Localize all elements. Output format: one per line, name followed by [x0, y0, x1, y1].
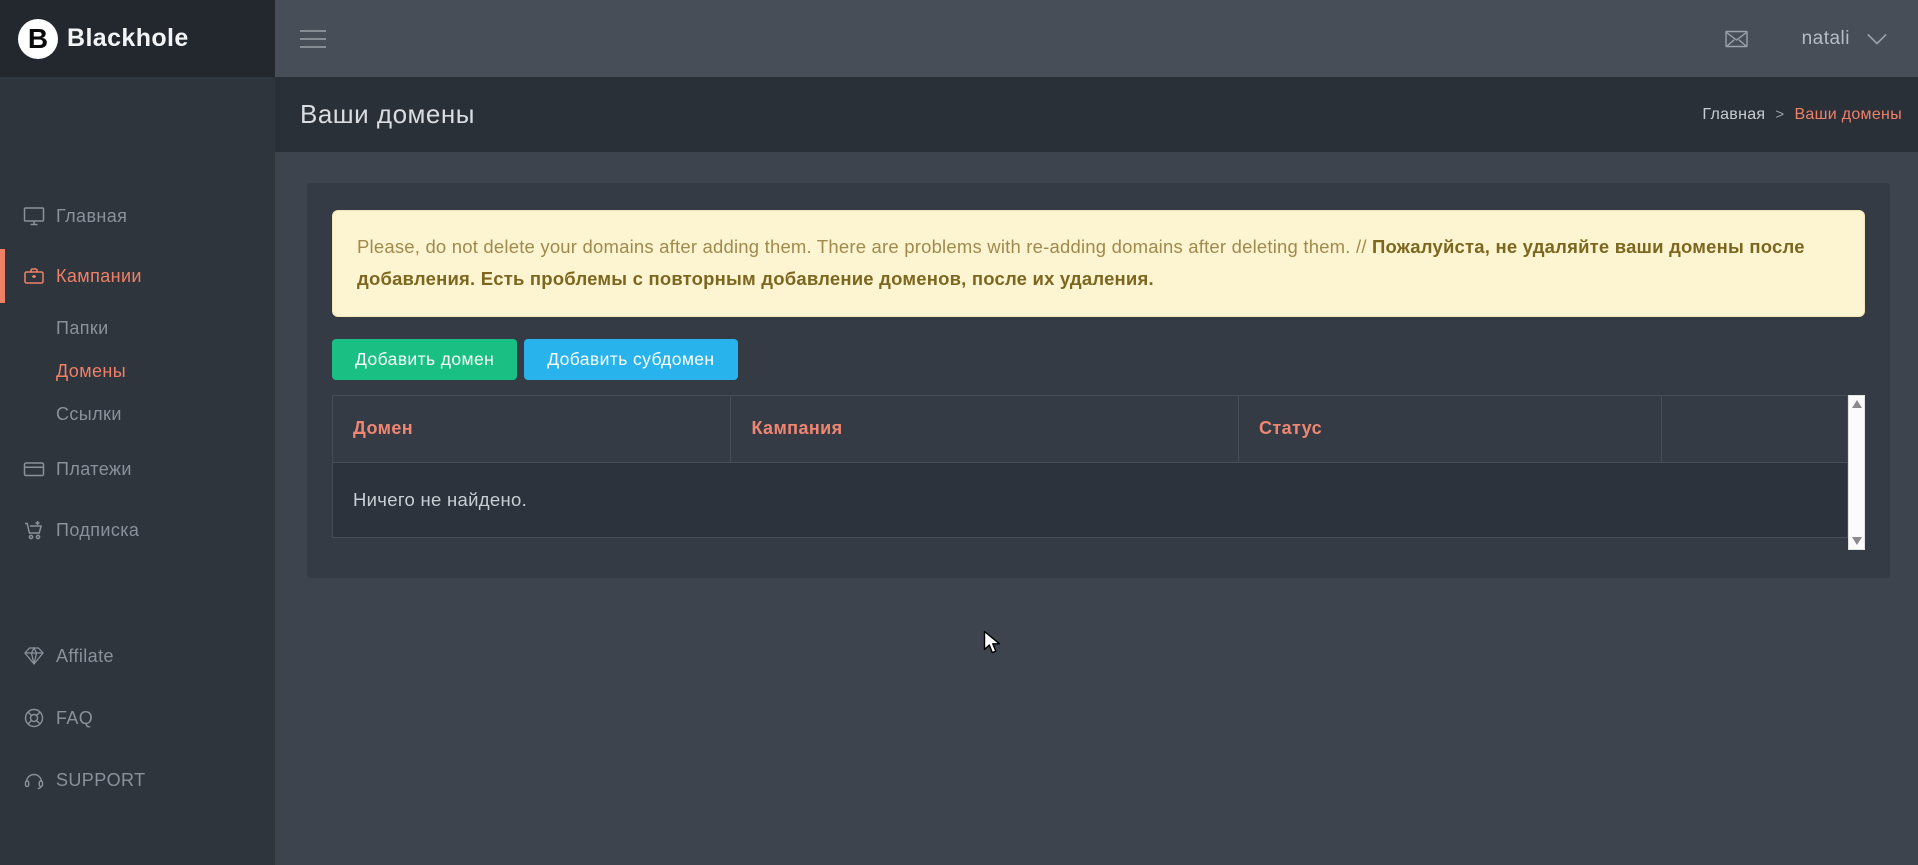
sidebar-item-affiliate[interactable]: Affilate [0, 637, 275, 675]
page-title: Ваши домены [300, 99, 475, 130]
table-row-empty: Ничего не найдено. [333, 462, 1848, 537]
domains-table: Домен Кампания Статус Ничего не найдено. [332, 395, 1848, 538]
sidebar-item-domains[interactable]: Домены [0, 352, 275, 390]
actions-row: Добавить домен Добавить субдомен [332, 339, 1865, 380]
breadcrumb-current: Ваши домены [1794, 106, 1902, 124]
table-scrollbar[interactable] [1848, 395, 1865, 550]
domains-card: Please, do not delete your domains after… [307, 183, 1890, 578]
alert-text-en: Please, do not delete your domains after… [357, 236, 1372, 257]
scroll-down-icon[interactable] [1852, 537, 1862, 545]
envelope-icon [1723, 27, 1750, 51]
breadcrumb: Главная > Ваши домены [1702, 106, 1902, 124]
credit-card-icon [22, 457, 46, 481]
column-header-campaign: Кампания [731, 395, 1239, 462]
brand[interactable]: B Blackhole [0, 0, 275, 77]
domains-table-wrap: Домен Кампания Статус Ничего не найдено. [332, 395, 1865, 538]
add-domain-button[interactable]: Добавить домен [332, 339, 517, 380]
username: natali [1802, 28, 1850, 50]
sidebar-item-payments[interactable]: Платежи [0, 450, 275, 488]
main-content: Please, do not delete your domains after… [275, 152, 1918, 865]
cart-plus-icon [22, 518, 46, 542]
sidebar-item-home[interactable]: Главная [0, 197, 275, 235]
sidebar-item-support[interactable]: SUPPORT [0, 761, 275, 799]
life-ring-icon [22, 706, 46, 730]
sidebar-item-subscription[interactable]: Подписка [0, 511, 275, 549]
user-menu[interactable]: natali [1802, 28, 1888, 50]
hamburger-icon [300, 30, 326, 32]
warning-alert: Please, do not delete your domains after… [332, 210, 1865, 317]
empty-message: Ничего не найдено. [333, 462, 1848, 537]
sidebar-toggle-button[interactable] [296, 26, 330, 52]
column-header-domain: Домен [333, 395, 731, 462]
column-header-actions [1661, 395, 1847, 462]
headset-icon [22, 768, 46, 792]
brand-logo-letter: B [28, 23, 48, 55]
mail-button[interactable] [1723, 27, 1750, 51]
page-header: Ваши домены Главная > Ваши домены [275, 77, 1918, 152]
scroll-up-icon[interactable] [1852, 400, 1862, 408]
chevron-down-icon [1866, 32, 1888, 46]
add-subdomain-button[interactable]: Добавить субдомен [524, 339, 737, 380]
table-header-row: Домен Кампания Статус [333, 395, 1848, 462]
briefcase-icon [22, 264, 46, 288]
gem-icon [22, 644, 46, 668]
brand-logo-icon: B [18, 19, 58, 59]
app-screen: B Blackhole natali [0, 0, 1918, 865]
breadcrumb-separator-icon: > [1775, 106, 1784, 123]
sidebar-item-faq[interactable]: FAQ [0, 699, 275, 737]
sidebar-item-campaigns[interactable]: Кампании [0, 257, 275, 295]
sidebar: Главная Кампании Папки Домены Ссылки [0, 77, 275, 865]
breadcrumb-home-link[interactable]: Главная [1702, 106, 1765, 124]
brand-name: Blackhole [67, 24, 189, 53]
sidebar-item-links[interactable]: Ссылки [0, 395, 275, 433]
column-header-status: Статус [1238, 395, 1661, 462]
sidebar-item-folders[interactable]: Папки [0, 309, 275, 347]
topbar: B Blackhole natali [0, 0, 1918, 77]
monitor-icon [22, 204, 46, 228]
